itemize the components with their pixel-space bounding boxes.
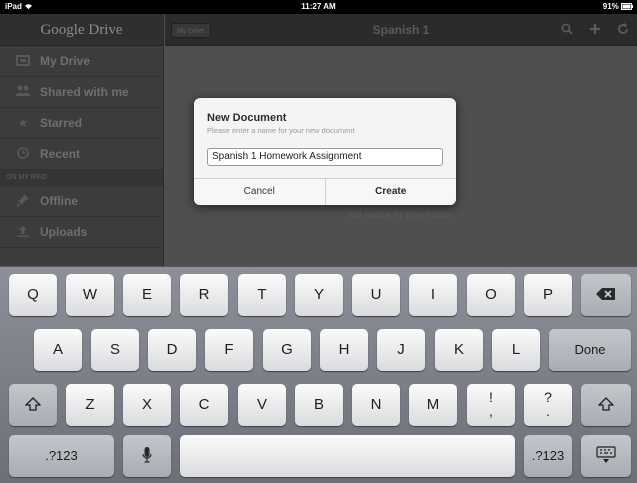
shift-key-right[interactable] bbox=[581, 384, 631, 426]
key-m[interactable]: M bbox=[409, 384, 457, 426]
shift-icon bbox=[597, 397, 615, 412]
pin-icon bbox=[14, 193, 32, 209]
battery-icon bbox=[621, 3, 633, 10]
hide-keyboard-key[interactable] bbox=[581, 435, 631, 477]
create-button[interactable]: Create bbox=[324, 179, 457, 205]
sidebar-item-my-drive[interactable]: My Drive bbox=[0, 46, 163, 77]
key-b[interactable]: B bbox=[295, 384, 343, 426]
numbers-key-left[interactable]: .?123 bbox=[9, 435, 114, 477]
key-g[interactable]: G bbox=[263, 329, 311, 371]
key-i[interactable]: I bbox=[409, 274, 457, 316]
sidebar-item-label: Shared with me bbox=[40, 85, 129, 99]
sidebar-item-starred[interactable]: ★ Starred bbox=[0, 108, 163, 139]
dialog-subtitle: Please enter a name for your new documen… bbox=[207, 126, 355, 135]
breadcrumb-my-drive[interactable]: My Drive bbox=[171, 23, 211, 38]
key-l[interactable]: L bbox=[492, 329, 540, 371]
key-top-glyph: ! bbox=[489, 389, 493, 405]
key-k[interactable]: K bbox=[435, 329, 483, 371]
key-o[interactable]: O bbox=[467, 274, 515, 316]
battery-status: 91% bbox=[603, 2, 633, 11]
keyboard-hide-icon bbox=[596, 446, 616, 463]
key-p[interactable]: P bbox=[524, 274, 572, 316]
dialog-buttons: Cancel Create bbox=[194, 178, 456, 205]
top-bar: My Drive Spanish 1 bbox=[165, 14, 637, 46]
key-j[interactable]: J bbox=[377, 329, 425, 371]
shift-key-left[interactable] bbox=[9, 384, 57, 426]
key-r[interactable]: R bbox=[180, 274, 228, 316]
key-t[interactable]: T bbox=[238, 274, 286, 316]
sidebar-item-recent[interactable]: Recent bbox=[0, 139, 163, 170]
key-d[interactable]: D bbox=[148, 329, 196, 371]
sidebar-item-shared-with-me[interactable]: Shared with me bbox=[0, 77, 163, 108]
key-question-period[interactable]: ? . bbox=[524, 384, 572, 426]
key-bottom-glyph: . bbox=[546, 403, 550, 419]
sidebar-item-uploads[interactable]: Uploads bbox=[0, 217, 163, 248]
onscreen-keyboard: Q W E R T Y U I O P A S D F G H J K L Do… bbox=[0, 266, 637, 483]
key-bottom-glyph: , bbox=[489, 403, 493, 419]
done-key[interactable]: Done bbox=[549, 329, 631, 371]
key-q[interactable]: Q bbox=[9, 274, 57, 316]
backspace-icon bbox=[596, 287, 616, 302]
key-c[interactable]: C bbox=[180, 384, 228, 426]
key-h[interactable]: H bbox=[320, 329, 368, 371]
key-a[interactable]: A bbox=[34, 329, 82, 371]
search-icon[interactable] bbox=[559, 22, 575, 38]
status-bar: iPad 11:27 AM 91% bbox=[0, 0, 637, 14]
new-document-dialog: New Document Please enter a name for you… bbox=[194, 98, 456, 205]
plus-icon[interactable] bbox=[587, 22, 603, 38]
key-f[interactable]: F bbox=[205, 329, 253, 371]
sidebar: Google Drive My Drive Shared with me ★ S… bbox=[0, 14, 164, 266]
sidebar-item-label: Uploads bbox=[40, 225, 88, 239]
key-top-glyph: ? bbox=[544, 389, 552, 405]
key-n[interactable]: N bbox=[352, 384, 400, 426]
section-label-on-my-ipad: ON MY IPAD bbox=[0, 170, 163, 186]
key-x[interactable]: X bbox=[123, 384, 171, 426]
key-y[interactable]: Y bbox=[295, 274, 343, 316]
key-s[interactable]: S bbox=[91, 329, 139, 371]
star-icon: ★ bbox=[17, 116, 29, 130]
cancel-button[interactable]: Cancel bbox=[194, 179, 325, 205]
shift-icon bbox=[24, 397, 42, 412]
dictation-key[interactable] bbox=[123, 435, 171, 477]
key-v[interactable]: V bbox=[238, 384, 286, 426]
clock: 11:27 AM bbox=[301, 2, 336, 11]
refresh-icon[interactable] bbox=[615, 22, 631, 38]
dialog-title: New Document bbox=[207, 112, 287, 124]
key-u[interactable]: U bbox=[352, 274, 400, 316]
app-brand: Google Drive bbox=[0, 14, 163, 46]
numbers-key-right[interactable]: .?123 bbox=[524, 435, 572, 477]
key-w[interactable]: W bbox=[66, 274, 114, 316]
people-icon bbox=[14, 85, 32, 100]
key-exclaim-comma[interactable]: ! , bbox=[467, 384, 515, 426]
document-name-input[interactable]: Spanish 1 Homework Assignment bbox=[207, 148, 443, 166]
sidebar-item-label: Starred bbox=[40, 116, 83, 130]
backspace-key[interactable] bbox=[581, 274, 631, 316]
sidebar-item-label: Recent bbox=[40, 147, 81, 161]
key-e[interactable]: E bbox=[123, 274, 171, 316]
microphone-icon bbox=[142, 447, 152, 463]
key-z[interactable]: Z bbox=[66, 384, 114, 426]
sidebar-item-label: Offline bbox=[40, 194, 78, 208]
clock-icon bbox=[14, 146, 32, 162]
upload-icon bbox=[14, 225, 32, 240]
drive-icon bbox=[14, 54, 32, 69]
sidebar-item-label: My Drive bbox=[40, 54, 91, 68]
space-key[interactable] bbox=[180, 435, 515, 477]
empty-folder-message: No items in this folder bbox=[348, 210, 454, 221]
sidebar-item-offline[interactable]: Offline bbox=[0, 186, 163, 217]
